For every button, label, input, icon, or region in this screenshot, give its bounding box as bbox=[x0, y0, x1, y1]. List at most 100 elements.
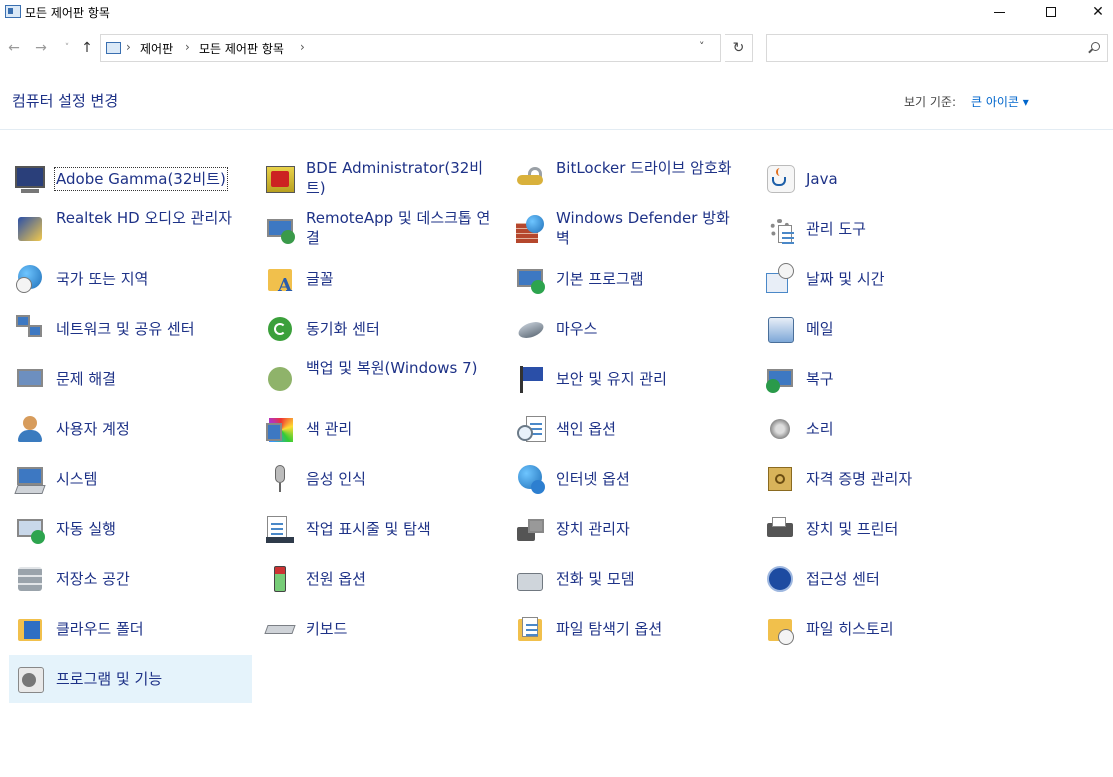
control-panel-item-label: 음성 인식 bbox=[306, 470, 366, 488]
control-panel-item-label: 클라우드 폴더 bbox=[56, 620, 144, 638]
control-panel-item-label: 소리 bbox=[806, 420, 834, 438]
control-panel-item[interactable]: 전원 옵션 bbox=[259, 555, 502, 603]
page-title: 컴퓨터 설정 변경 bbox=[12, 92, 119, 110]
control-panel-item-label: 자격 증명 관리자 bbox=[806, 470, 913, 488]
control-panel-item[interactable]: 장치 관리자 bbox=[509, 505, 752, 553]
control-panel-item[interactable]: 인터넷 옵션 bbox=[509, 455, 752, 503]
control-panel-item[interactable]: 색인 옵션 bbox=[509, 405, 752, 453]
phone-modem-icon bbox=[514, 563, 546, 595]
control-panel-item[interactable]: 네트워크 및 공유 센터 bbox=[9, 305, 252, 353]
breadcrumb-separator[interactable]: › bbox=[185, 40, 190, 54]
monitor-gamma-icon bbox=[14, 163, 46, 195]
control-panel-item[interactable]: BitLocker 드라이브 암호화 bbox=[509, 155, 752, 203]
control-panel-item[interactable]: 마우스 bbox=[509, 305, 752, 353]
breadcrumb-all-items[interactable]: 모든 제어판 항목 bbox=[199, 40, 284, 57]
control-panel-item[interactable]: 시스템 bbox=[9, 455, 252, 503]
minimize-button[interactable] bbox=[977, 0, 1023, 26]
device-manager-icon bbox=[514, 513, 546, 545]
up-button[interactable]: ↑ bbox=[77, 38, 97, 58]
date-time-icon bbox=[764, 263, 796, 295]
control-panel-item[interactable]: A 글꼴 bbox=[259, 255, 502, 303]
control-panel-item[interactable]: 저장소 공간 bbox=[9, 555, 252, 603]
control-panel-item-label: BDE Administrator(32비트) bbox=[306, 159, 484, 197]
control-panel-item[interactable]: 사용자 계정 bbox=[9, 405, 252, 453]
forward-button[interactable]: → bbox=[31, 38, 51, 58]
maximize-button[interactable] bbox=[1028, 0, 1074, 26]
control-panel-item[interactable]: 날짜 및 시간 bbox=[759, 255, 1002, 303]
control-panel-item[interactable]: 장치 및 프린터 bbox=[759, 505, 1002, 553]
title-bar: 모든 제어판 항목 ✕ bbox=[0, 0, 1113, 26]
recent-locations-button[interactable]: ˅ bbox=[57, 38, 77, 58]
control-panel-item[interactable]: 동기화 센터 bbox=[259, 305, 502, 353]
control-panel-item[interactable]: Windows Defender 방화벽 bbox=[509, 205, 752, 253]
control-panel-item-label: Windows Defender 방화벽 bbox=[556, 209, 730, 247]
programs-features-icon bbox=[14, 663, 46, 695]
control-panel-item[interactable]: 작업 표시줄 및 탐색 bbox=[259, 505, 502, 553]
control-panel-item-label: 장치 및 프린터 bbox=[806, 520, 899, 538]
control-panel-item-label: 저장소 공간 bbox=[56, 570, 130, 588]
control-panel-item-label: 시스템 bbox=[56, 470, 98, 488]
region-globe-icon bbox=[14, 263, 46, 295]
breadcrumb-separator[interactable]: › bbox=[126, 40, 131, 54]
control-panel-item[interactable]: 전화 및 모뎀 bbox=[509, 555, 752, 603]
control-panel-item[interactable]: 키보드 bbox=[259, 605, 502, 653]
control-panel-item[interactable]: BDE Administrator(32비트) bbox=[259, 155, 502, 203]
internet-options-icon bbox=[514, 463, 546, 495]
mouse-icon bbox=[514, 313, 546, 345]
control-panel-item[interactable]: 국가 또는 지역 bbox=[9, 255, 252, 303]
control-panel-item[interactable]: 파일 히스토리 bbox=[759, 605, 1002, 653]
control-panel-item[interactable]: 복구 bbox=[759, 355, 1002, 403]
control-panel-item[interactable]: Java bbox=[759, 155, 1002, 203]
control-panel-item[interactable]: 자동 실행 bbox=[9, 505, 252, 553]
refresh-button[interactable]: ↻ bbox=[725, 34, 753, 62]
minimize-icon bbox=[994, 12, 1005, 13]
control-panel-item[interactable]: 메일 bbox=[759, 305, 1002, 353]
control-panel-item-label: Adobe Gamma(32비트) bbox=[54, 167, 228, 191]
address-dropdown-button[interactable]: ˅ bbox=[699, 40, 705, 53]
control-panel-item[interactable]: Adobe Gamma(32비트) bbox=[9, 155, 252, 203]
breadcrumb-separator[interactable]: › bbox=[300, 40, 305, 54]
control-panel-item[interactable]: 파일 탐색기 옵션 bbox=[509, 605, 752, 653]
control-panel-item[interactable]: 보안 및 유지 관리 bbox=[509, 355, 752, 403]
control-panel-item-label: 복구 bbox=[806, 370, 834, 388]
control-panel-item-label: 색 관리 bbox=[306, 420, 353, 438]
control-panel-item[interactable]: Realtek HD 오디오 관리자 bbox=[9, 205, 252, 253]
maximize-icon bbox=[1046, 7, 1056, 17]
search-box[interactable] bbox=[766, 34, 1108, 62]
user-accounts-icon bbox=[14, 413, 46, 445]
system-laptop-icon bbox=[14, 463, 46, 495]
bitlocker-key-icon bbox=[514, 163, 546, 195]
close-button[interactable]: ✕ bbox=[1075, 0, 1113, 26]
troubleshoot-icon bbox=[14, 363, 46, 395]
control-panel-item[interactable]: 접근성 센터 bbox=[759, 555, 1002, 603]
control-panel-item[interactable]: 프로그램 및 기능 bbox=[9, 655, 252, 703]
control-panel-item-label: 동기화 센터 bbox=[306, 320, 380, 338]
control-panel-item[interactable]: 백업 및 복원(Windows 7) bbox=[259, 355, 502, 403]
ease-of-access-icon bbox=[764, 563, 796, 595]
address-bar[interactable]: › 제어판 › 모든 제어판 항목 › ˅ bbox=[100, 34, 721, 62]
control-panel-item[interactable]: 문제 해결 bbox=[9, 355, 252, 403]
control-panel-item-label: 관리 도구 bbox=[806, 220, 866, 238]
control-panel-item[interactable]: 자격 증명 관리자 bbox=[759, 455, 1002, 503]
security-flag-icon bbox=[514, 363, 546, 395]
firewall-icon bbox=[514, 213, 546, 245]
refresh-icon: ↻ bbox=[732, 40, 745, 56]
control-panel-item-label: 색인 옵션 bbox=[556, 420, 616, 438]
chevron-down-icon: ˅ bbox=[64, 43, 70, 53]
control-panel-item[interactable]: 관리 도구 bbox=[759, 205, 1002, 253]
control-panel-item[interactable]: 클라우드 폴더 bbox=[9, 605, 252, 653]
control-panel-item[interactable]: 기본 프로그램 bbox=[509, 255, 752, 303]
view-by-dropdown[interactable]: 큰 아이콘 ▾ bbox=[971, 93, 1029, 110]
search-input[interactable] bbox=[773, 40, 1077, 56]
control-panel-item-label: Realtek HD 오디오 관리자 bbox=[56, 209, 233, 227]
control-panel-item[interactable]: 소리 bbox=[759, 405, 1002, 453]
explorer-options-icon bbox=[514, 613, 546, 645]
breadcrumb-control-panel[interactable]: 제어판 bbox=[140, 40, 173, 57]
control-panel-item[interactable]: 색 관리 bbox=[259, 405, 502, 453]
back-button[interactable]: ← bbox=[4, 38, 24, 58]
sync-center-icon bbox=[264, 313, 296, 345]
control-panel-icon bbox=[106, 42, 121, 54]
control-panel-item[interactable]: RemoteApp 및 데스크톱 연결 bbox=[259, 205, 502, 253]
control-panel-item[interactable]: 음성 인식 bbox=[259, 455, 502, 503]
search-icon[interactable] bbox=[1091, 42, 1100, 51]
